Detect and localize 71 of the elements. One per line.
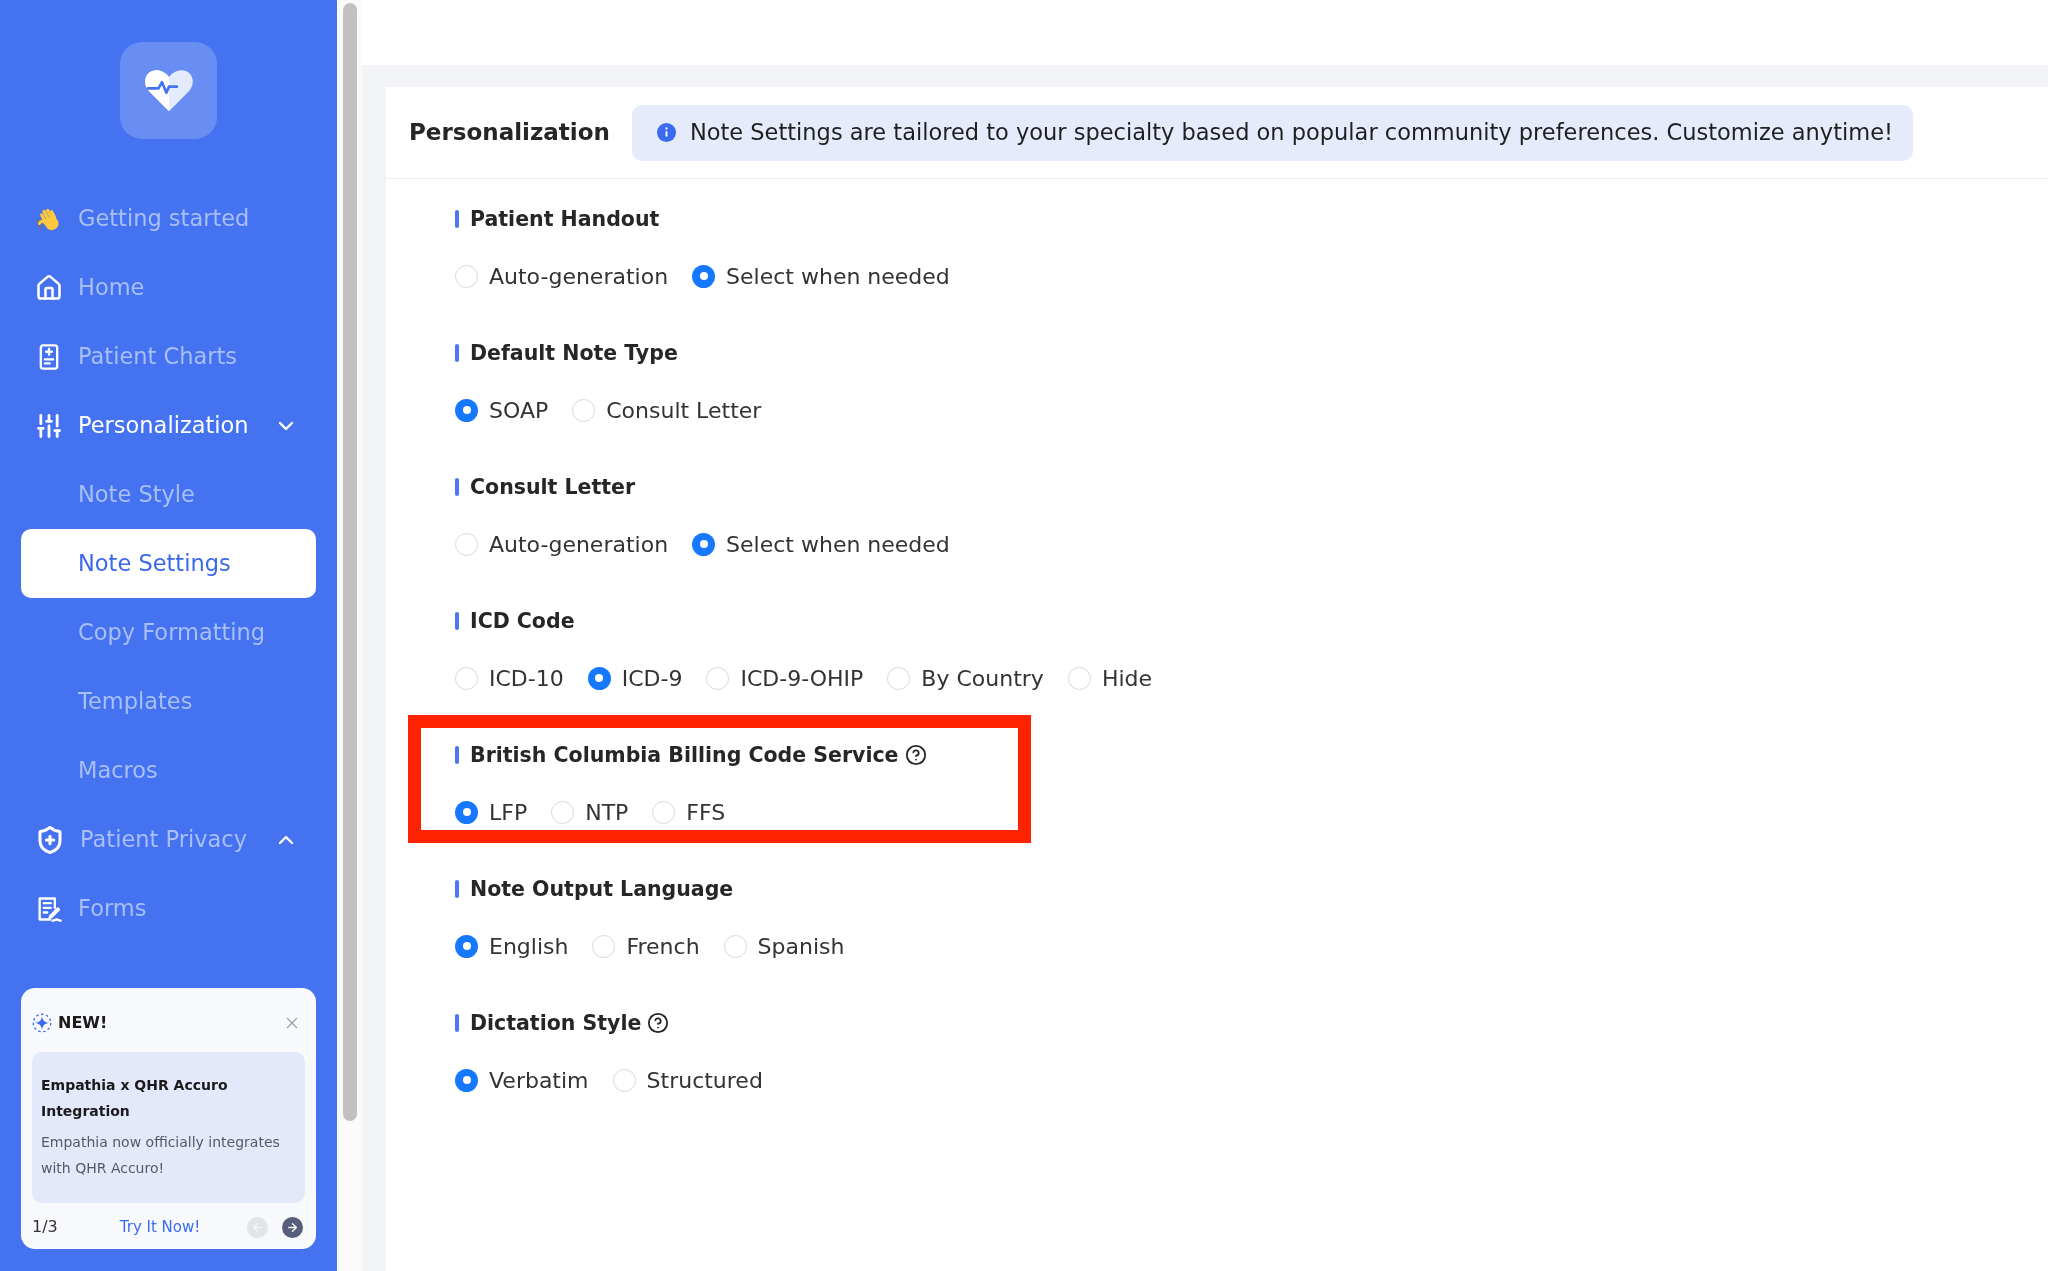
title-accent-bar xyxy=(455,612,459,630)
title-accent-bar xyxy=(455,210,459,228)
radio-button[interactable] xyxy=(455,666,478,690)
radio-button[interactable] xyxy=(455,264,478,288)
radio-label[interactable]: SOAP xyxy=(489,393,549,427)
radio-label[interactable]: Structured xyxy=(646,1063,763,1097)
title-accent-bar xyxy=(455,746,459,764)
radio-label[interactable]: By Country xyxy=(921,661,1044,695)
radio-label[interactable]: Select when needed xyxy=(726,259,950,293)
section-title: Patient Handout xyxy=(470,205,660,233)
section-title: Note Output Language xyxy=(470,875,734,903)
page-counter: 1/3 xyxy=(32,1216,58,1238)
radio-label[interactable]: Auto-generation xyxy=(489,259,669,293)
arrow-right-icon xyxy=(286,1220,299,1234)
radio-label[interactable]: Select when needed xyxy=(726,527,950,561)
radio-label[interactable]: NTP xyxy=(585,795,629,829)
nav-item[interactable]: Personalization xyxy=(21,391,316,460)
radio-button[interactable] xyxy=(887,666,911,690)
radio-button[interactable] xyxy=(1067,666,1091,690)
radio-button[interactable] xyxy=(612,1068,636,1092)
radio-button[interactable] xyxy=(551,800,575,824)
radio-button[interactable] xyxy=(572,398,596,422)
radio-label[interactable]: French xyxy=(626,929,700,963)
help-icon[interactable] xyxy=(904,744,927,766)
radio-button[interactable] xyxy=(706,666,730,690)
announcement-text: Empathia now officially integrates with QHR Accuro! xyxy=(41,1133,281,1178)
radio-label[interactable]: LFP xyxy=(489,795,528,829)
radio-button[interactable] xyxy=(455,1068,478,1092)
radio-label[interactable]: English xyxy=(489,929,569,963)
section-title: Default Note Type xyxy=(470,339,678,367)
nav-subitem[interactable]: Note Settings xyxy=(21,529,316,598)
radio-label[interactable]: Consult Letter xyxy=(606,393,762,427)
announcement-title: Empathia x QHR Accuro Integration xyxy=(41,1076,229,1121)
radio-button[interactable] xyxy=(692,264,716,288)
radio-button[interactable] xyxy=(692,532,716,556)
radio-label[interactable]: Verbatim xyxy=(489,1063,589,1097)
title-accent-bar xyxy=(455,344,459,362)
help-icon[interactable] xyxy=(647,1012,670,1034)
try-it-link[interactable]: Try It Now! xyxy=(119,1215,201,1239)
section-title: Consult Letter xyxy=(470,473,636,501)
radio-label[interactable]: ICD-10 xyxy=(489,661,564,695)
section-title: British Columbia Billing Code Service xyxy=(470,741,899,769)
section-title: ICD Code xyxy=(470,607,575,635)
radio-button[interactable] xyxy=(652,800,676,824)
notice-text: Note Settings are tailored to your specialty based on popular community preferences. Customize anytime! xyxy=(689,117,1894,147)
sliders-icon xyxy=(35,411,63,440)
sparkle-icon xyxy=(32,1013,52,1033)
radio-button[interactable] xyxy=(455,800,478,824)
next-button[interactable] xyxy=(282,1216,303,1238)
home-icon xyxy=(35,273,63,302)
radio-label[interactable]: FFS xyxy=(686,795,726,829)
shield-plus-icon xyxy=(35,824,65,855)
radio-button[interactable] xyxy=(455,934,478,958)
radio-button[interactable] xyxy=(592,934,616,958)
radio-button[interactable] xyxy=(723,934,747,958)
radio-button[interactable] xyxy=(455,398,478,422)
radio-label[interactable]: ICD-9-OHIP xyxy=(740,661,864,695)
section-title: Dictation Style xyxy=(470,1009,642,1037)
scrollbar-thumb[interactable] xyxy=(342,3,357,1121)
title-accent-bar xyxy=(455,1014,459,1032)
radio-button[interactable] xyxy=(455,532,478,556)
title-accent-bar xyxy=(455,478,459,496)
radio-button[interactable] xyxy=(587,666,611,690)
radio-label[interactable]: ICD-9 xyxy=(621,661,683,695)
new-label: NEW! xyxy=(58,1012,108,1034)
radio-label[interactable]: Auto-generation xyxy=(489,527,669,561)
title-accent-bar xyxy=(455,880,459,898)
info-icon xyxy=(656,123,676,142)
radio-label[interactable]: Spanish xyxy=(757,929,845,963)
page-title: Personalization xyxy=(409,118,610,148)
radio-label[interactable]: Hide xyxy=(1101,661,1153,695)
